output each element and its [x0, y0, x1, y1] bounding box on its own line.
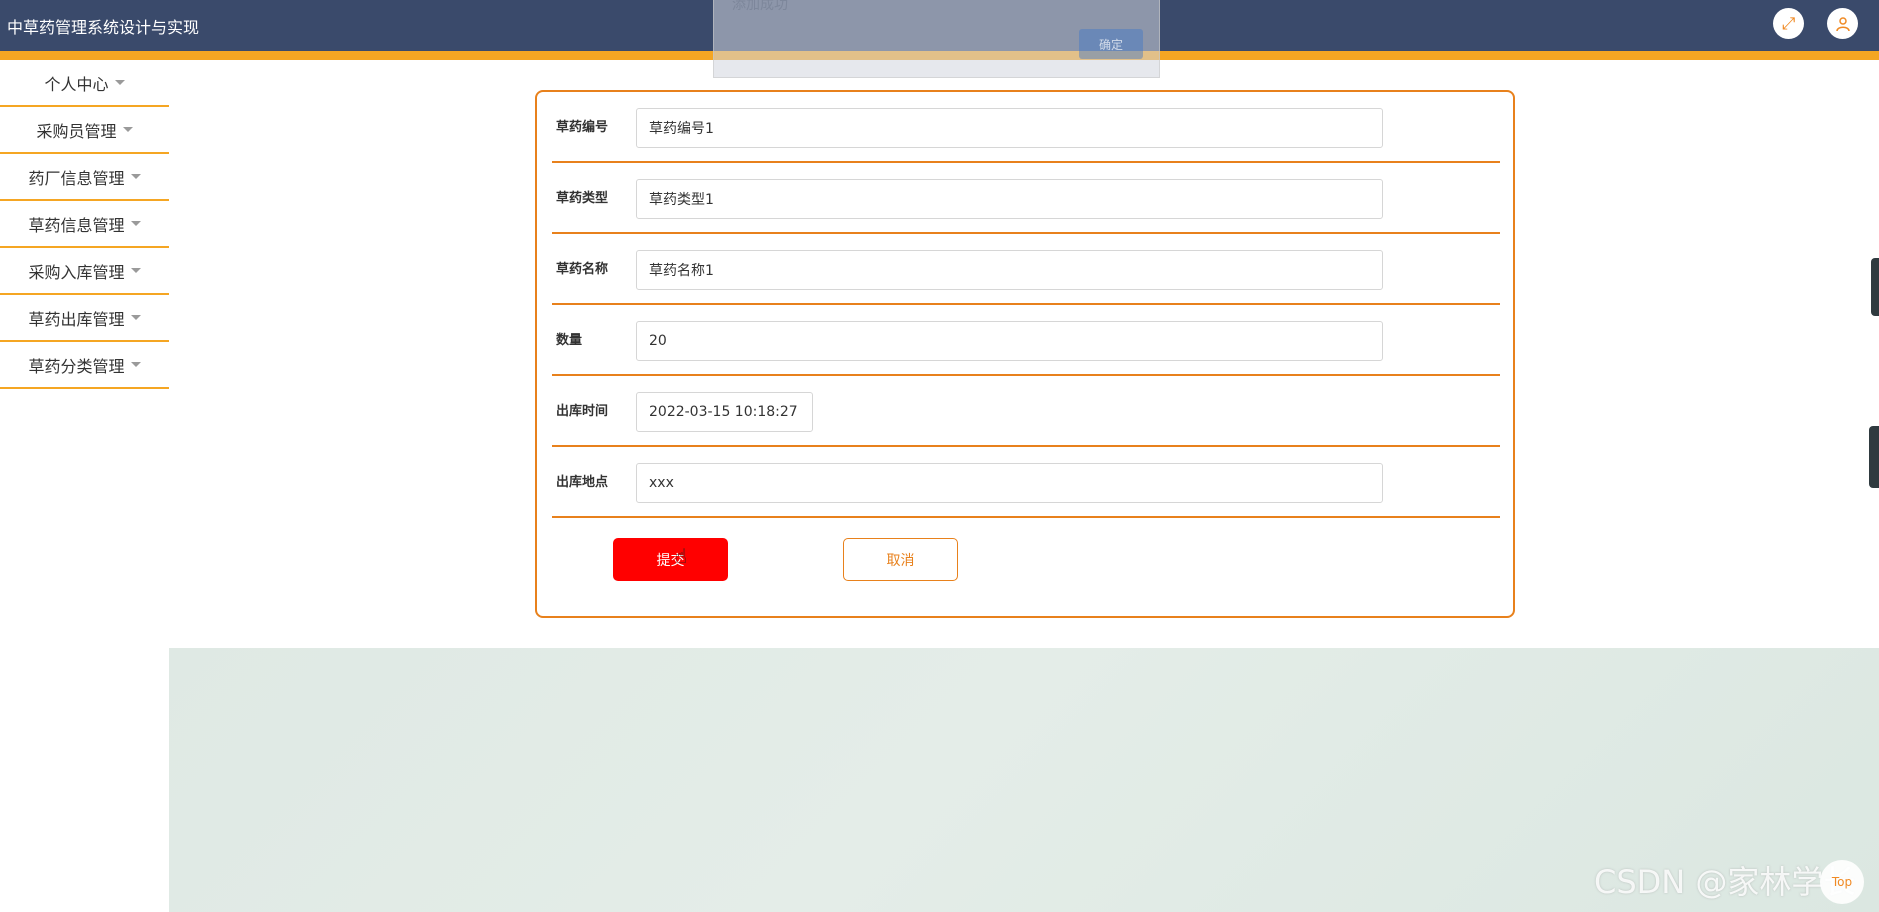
- caret-down-icon: [130, 362, 141, 367]
- sidebar-item-purchaser-management[interactable]: 采购员管理: [0, 107, 169, 154]
- form-row-herb-type: 草药类型: [552, 163, 1500, 234]
- sidebar-item-personal-center[interactable]: 个人中心: [0, 60, 169, 107]
- sidebar-item-label: 草药信息管理: [28, 215, 125, 235]
- sidebar-item-herb-stock-out[interactable]: 草药出库管理: [0, 295, 169, 342]
- caret-down-icon: [130, 221, 141, 226]
- field-label: 草药名称: [556, 262, 609, 277]
- sidebar-item-label: 草药分类管理: [28, 356, 125, 376]
- sidebar-item-label: 个人中心: [44, 74, 109, 94]
- stock-out-time-picker[interactable]: [636, 392, 813, 432]
- field-label: 出库地点: [556, 475, 609, 490]
- toast-confirm-button[interactable]: 确定: [1079, 29, 1143, 59]
- user-icon[interactable]: [1827, 8, 1858, 39]
- side-scroll-handle[interactable]: [1871, 258, 1879, 316]
- csdn-watermark: CSDN @家林学长: [1594, 863, 1856, 901]
- herb-code-input[interactable]: [636, 108, 1383, 148]
- stock-out-form: 草药编号 草药类型 草药名称 数量 出库时间 出库地点 提交 取消: [535, 90, 1515, 618]
- caret-down-icon: [130, 174, 141, 179]
- stock-out-location-input[interactable]: [636, 463, 1383, 503]
- side-scroll-handle[interactable]: [1869, 426, 1879, 488]
- sidebar-menu: 个人中心 采购员管理 药厂信息管理 草药信息管理 采购入库管理 草药出库管理 草…: [0, 60, 169, 389]
- app-title: 中草药管理系统设计与实现: [7, 18, 200, 37]
- herb-name-input[interactable]: [636, 250, 1383, 290]
- caret-down-icon: [130, 315, 141, 320]
- field-label: 草药类型: [556, 191, 609, 206]
- form-row-stock-out-location: 出库地点: [552, 447, 1500, 518]
- sidebar-item-purchase-stock-in[interactable]: 采购入库管理: [0, 248, 169, 295]
- sidebar-item-pharma-factory-management[interactable]: 药厂信息管理: [0, 154, 169, 201]
- field-label: 草药编号: [556, 120, 609, 135]
- field-label: 出库时间: [556, 404, 609, 419]
- form-row-quantity: 数量: [552, 305, 1500, 376]
- caret-down-icon: [122, 127, 133, 132]
- quantity-input[interactable]: [636, 321, 1383, 361]
- expand-icon[interactable]: ⤢: [1773, 8, 1804, 39]
- form-row-herb-code: 草药编号: [552, 92, 1500, 163]
- caret-down-icon: [130, 268, 141, 273]
- user-glyph: [1835, 16, 1850, 31]
- cancel-button[interactable]: 取消: [843, 538, 958, 581]
- caret-down-icon: [114, 80, 125, 85]
- sidebar-item-herb-info-management[interactable]: 草药信息管理: [0, 201, 169, 248]
- sidebar-item-label: 草药出库管理: [28, 309, 125, 329]
- toast-message: 添加成功: [732, 0, 788, 13]
- hand-cursor-icon: ☝: [675, 544, 688, 568]
- sidebar-item-herb-category-management[interactable]: 草药分类管理: [0, 342, 169, 389]
- sidebar-item-label: 采购员管理: [36, 121, 117, 141]
- sidebar-item-label: 药厂信息管理: [28, 168, 125, 188]
- back-to-top-button[interactable]: Top: [1820, 860, 1864, 904]
- success-toast: 添加成功 确定: [713, 0, 1160, 78]
- field-label: 数量: [556, 333, 583, 348]
- herb-type-input[interactable]: [636, 179, 1383, 219]
- form-row-stock-out-time: 出库时间: [552, 376, 1500, 447]
- sidebar-item-label: 采购入库管理: [28, 262, 125, 282]
- submit-button[interactable]: 提交: [613, 538, 728, 581]
- form-row-herb-name: 草药名称: [552, 234, 1500, 305]
